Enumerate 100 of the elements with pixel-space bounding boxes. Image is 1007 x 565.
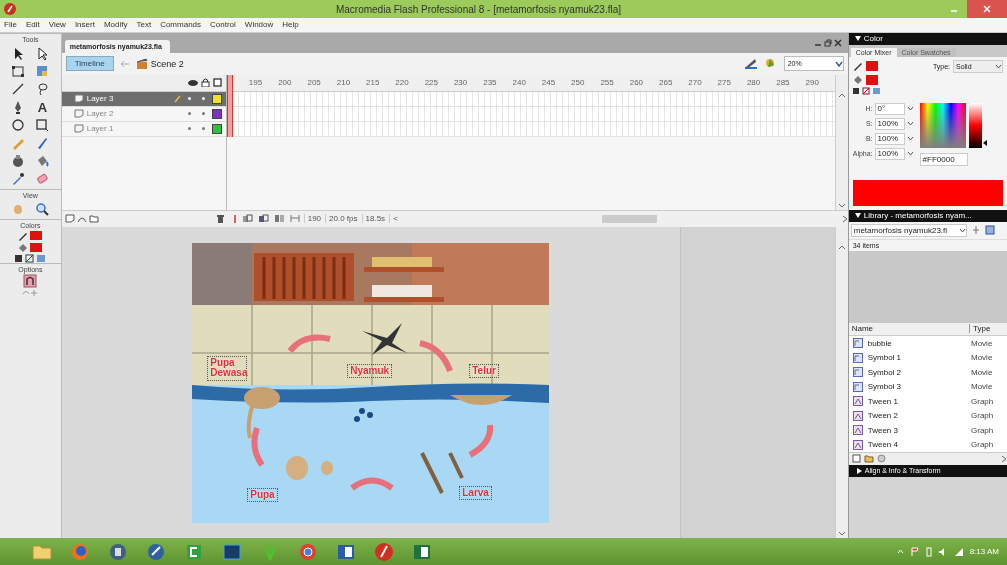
movie-clip-icon — [852, 352, 863, 363]
menu-item[interactable]: View — [48, 20, 66, 30]
properties-icon[interactable] — [876, 454, 886, 464]
stroke-color-swatch[interactable] — [865, 61, 878, 72]
layer-row[interactable]: Layer 1 — [61, 121, 226, 137]
frame-number: 245 — [541, 78, 557, 88]
magnet-icon[interactable] — [23, 273, 38, 288]
color-buttons-icon[interactable] — [852, 86, 881, 95]
library-item[interactable]: Symbol 3 Movie — [848, 379, 1007, 394]
frame-number: 270 — [688, 78, 703, 88]
frame-number: 200 — [278, 78, 293, 88]
timeline-button[interactable]: Timeline — [65, 56, 114, 72]
eyedropper-icon[interactable] — [11, 172, 26, 187]
library-item[interactable]: Tween 3 Graph — [848, 422, 1007, 438]
scroll-right-icon[interactable] — [1001, 454, 1007, 463]
library-item[interactable]: Tween 2 Graph — [848, 408, 1007, 423]
new-library-icon[interactable] — [984, 225, 995, 236]
color-spectrum[interactable] — [919, 102, 966, 148]
line-tool-icon[interactable] — [11, 82, 26, 97]
hex-field[interactable]: #FF0000 — [919, 152, 968, 166]
frame-number: 290 — [805, 78, 820, 88]
graphic-symbol-icon — [852, 410, 863, 421]
layer-color-swatch[interactable] — [211, 93, 222, 104]
folder-icon[interactable] — [88, 214, 99, 224]
library-item[interactable]: Symbol 1 Movie — [848, 350, 1007, 365]
flag-icon[interactable] — [909, 546, 920, 557]
slider-thumb[interactable] — [982, 140, 987, 147]
scroll-left-button[interactable]: < — [389, 214, 398, 224]
trash-icon[interactable] — [215, 213, 225, 224]
frame-number: 285 — [776, 78, 791, 88]
ink-bottle-icon[interactable] — [11, 154, 26, 169]
frame-number: 210 — [336, 78, 352, 88]
library-item[interactable]: bubble Movie — [848, 335, 1007, 351]
menu-item[interactable]: Control — [210, 20, 236, 30]
center-frame-icon[interactable] — [231, 213, 238, 224]
outline-icon — [212, 78, 222, 88]
layer-row[interactable]: Layer 2 — [61, 106, 226, 122]
layer-icon — [73, 124, 84, 134]
onion-skin-icon[interactable] — [241, 214, 254, 224]
pin-icon[interactable] — [970, 225, 981, 236]
edit-scene-icon[interactable] — [743, 57, 758, 71]
library-item[interactable]: Tween 1 Graph — [848, 393, 1007, 409]
column-header[interactable]: Name — [848, 324, 970, 334]
paint-bucket-icon[interactable] — [35, 154, 50, 169]
library-item[interactable]: Symbol 2 Movie — [848, 364, 1007, 380]
column-header[interactable]: Type — [970, 324, 1007, 334]
transform-tool-icon[interactable] — [11, 64, 26, 79]
close-icon[interactable] — [833, 38, 842, 47]
library-dropdown[interactable]: metamorfosis nyamuk23.fl — [850, 223, 967, 237]
motion-guide-icon[interactable] — [76, 214, 87, 224]
insert-layer-icon[interactable] — [64, 214, 75, 224]
color-buttons-icon[interactable] — [15, 253, 46, 263]
graphic-symbol-icon — [852, 396, 863, 407]
scrollbar-thumb[interactable] — [601, 214, 657, 223]
menu-item[interactable]: Window — [244, 20, 274, 30]
text-tool[interactable]: A — [37, 99, 48, 115]
brush-tool-icon[interactable] — [35, 136, 50, 151]
new-symbol-icon[interactable] — [851, 454, 861, 464]
fill-color-swatch[interactable] — [30, 243, 43, 253]
expand-triangle-icon[interactable] — [856, 467, 862, 474]
stroke-color-swatch[interactable] — [30, 231, 43, 241]
frame-number: 215 — [366, 78, 381, 88]
scrollbar[interactable] — [834, 74, 848, 210]
onion-outline-icon[interactable] — [257, 214, 270, 224]
layer-icon — [73, 109, 84, 119]
menu-item[interactable]: Commands — [160, 20, 202, 30]
menu-item[interactable]: Help — [282, 20, 299, 30]
edit-frames-icon[interactable] — [273, 214, 286, 224]
frame-number: 220 — [395, 78, 410, 88]
scroll-right-icon[interactable] — [841, 214, 848, 223]
elapsed-time: 18.5s — [361, 214, 386, 224]
flash-app-icon[interactable] — [373, 540, 395, 563]
menu-item[interactable]: File — [4, 20, 17, 30]
value-field[interactable]: 100% — [874, 117, 905, 130]
value-field[interactable]: 100% — [874, 147, 905, 160]
menu-item[interactable]: Edit — [25, 20, 40, 30]
rectangle-tool-icon[interactable] — [35, 118, 50, 133]
search-icon[interactable] — [35, 202, 50, 217]
value-field[interactable]: 0° — [874, 102, 905, 115]
layer-color-swatch[interactable] — [211, 108, 222, 119]
value-field[interactable]: 100% — [874, 132, 905, 145]
signal-icon[interactable] — [953, 546, 964, 557]
fill-color-swatch[interactable] — [865, 74, 878, 85]
battery-icon[interactable] — [925, 546, 932, 557]
collapse-triangle-icon[interactable] — [854, 36, 861, 42]
frame-number: 275 — [717, 78, 732, 88]
collapse-triangle-icon[interactable] — [854, 213, 861, 219]
close-button[interactable] — [967, 0, 1007, 18]
subselect-tool-icon[interactable] — [35, 46, 50, 61]
layer-color-swatch[interactable] — [211, 123, 222, 134]
onion-markers-icon[interactable] — [289, 214, 300, 224]
menu-item[interactable]: Modify — [103, 20, 128, 30]
layer-icon — [73, 94, 84, 104]
lasso-tool-icon[interactable] — [35, 82, 50, 97]
menu-item[interactable]: Insert — [74, 20, 95, 30]
pencil-icon — [852, 61, 863, 72]
restore-icon[interactable] — [823, 38, 832, 47]
menu-item[interactable]: Text — [136, 20, 152, 30]
oval-tool-icon[interactable] — [11, 118, 26, 133]
library-item[interactable]: Tween 4 Graph — [848, 437, 1007, 452]
